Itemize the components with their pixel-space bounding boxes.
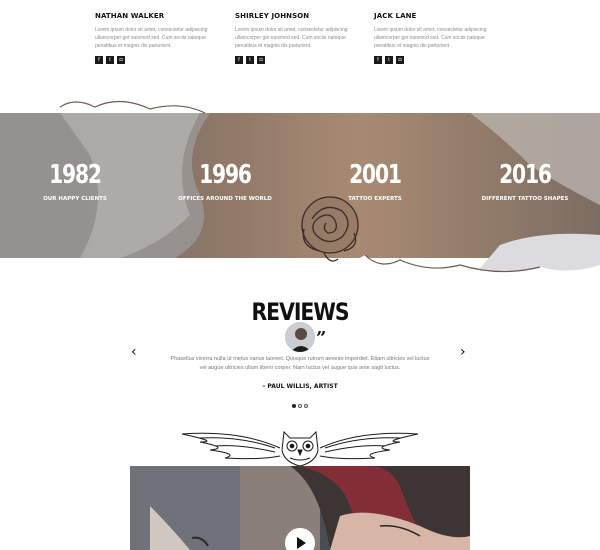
team-member: NATHAN WALKER Lorem ipsum dolor sit amet…	[95, 12, 215, 64]
facebook-icon[interactable]: f	[374, 56, 382, 64]
carousel-dots	[292, 404, 308, 408]
stat-label: DIFFERENT TATTOO SHAPES	[481, 196, 569, 202]
stat-item: 1996 OFFICES AROUND THE WORLD	[155, 160, 295, 202]
play-button[interactable]	[285, 528, 315, 550]
member-name: JACK LANE	[374, 12, 417, 20]
prev-review-button[interactable]: ‹	[131, 345, 137, 359]
member-socials: f t ◘	[235, 56, 355, 64]
stat-label: OUR HAPPY CLIENTS	[43, 196, 107, 202]
twitter-icon[interactable]: t	[385, 56, 393, 64]
member-socials: f t ◘	[374, 56, 494, 64]
twitter-icon[interactable]: t	[246, 56, 254, 64]
member-socials: f t ◘	[95, 56, 215, 64]
next-review-button[interactable]: ›	[460, 345, 466, 359]
team-member: JACK LANE Lorem ipsum dolor sit amet, co…	[374, 12, 494, 64]
stat-number: 2016	[499, 160, 552, 190]
instagram-icon[interactable]: ◘	[396, 56, 404, 64]
member-bio: Lorem ipsum dolor sit amet, consectetur …	[235, 27, 348, 49]
carousel-dot[interactable]	[292, 404, 296, 408]
carousel-dot[interactable]	[298, 404, 302, 408]
stat-number: 1982	[49, 160, 102, 190]
stats-section: 1982 OUR HAPPY CLIENTS 1996 OFFICES AROU…	[0, 95, 600, 280]
instagram-icon[interactable]: ◘	[257, 56, 265, 64]
stat-number: 2001	[349, 160, 402, 190]
member-bio: Lorem ipsum dolor sit amet, consectetur …	[95, 27, 208, 49]
facebook-icon[interactable]: f	[235, 56, 243, 64]
carousel-dot[interactable]	[304, 404, 308, 408]
facebook-icon[interactable]: f	[95, 56, 103, 64]
instagram-icon[interactable]: ◘	[117, 56, 125, 64]
review-quote: Phasellus viverra nulla ut metus varius …	[170, 356, 430, 371]
stat-item: 2001 TATTOO EXPERTS	[305, 160, 445, 202]
stat-item: 1982 OUR HAPPY CLIENTS	[5, 160, 145, 202]
owl-ornament-icon	[181, 430, 419, 467]
reviewer-avatar	[284, 321, 316, 353]
stat-label: TATTOO EXPERTS	[348, 196, 402, 202]
stat-number: 1996	[199, 160, 252, 190]
stat-label: OFFICES AROUND THE WORLD	[178, 196, 272, 202]
member-name: NATHAN WALKER	[95, 12, 165, 20]
stat-item: 2016 DIFFERENT TATTOO SHAPES	[455, 160, 595, 202]
team-section: NATHAN WALKER Lorem ipsum dolor sit amet…	[0, 0, 600, 100]
video-player[interactable]	[130, 466, 470, 550]
review-author: – PAUL WILLIS, ARTIST	[262, 383, 338, 390]
twitter-icon[interactable]: t	[106, 56, 114, 64]
member-name: SHIRLEY JOHNSON	[235, 12, 310, 20]
team-member: SHIRLEY JOHNSON Lorem ipsum dolor sit am…	[235, 12, 355, 64]
quote-icon: ”	[316, 328, 327, 349]
member-bio: Lorem ipsum dolor sit amet, consectetur …	[374, 27, 487, 49]
